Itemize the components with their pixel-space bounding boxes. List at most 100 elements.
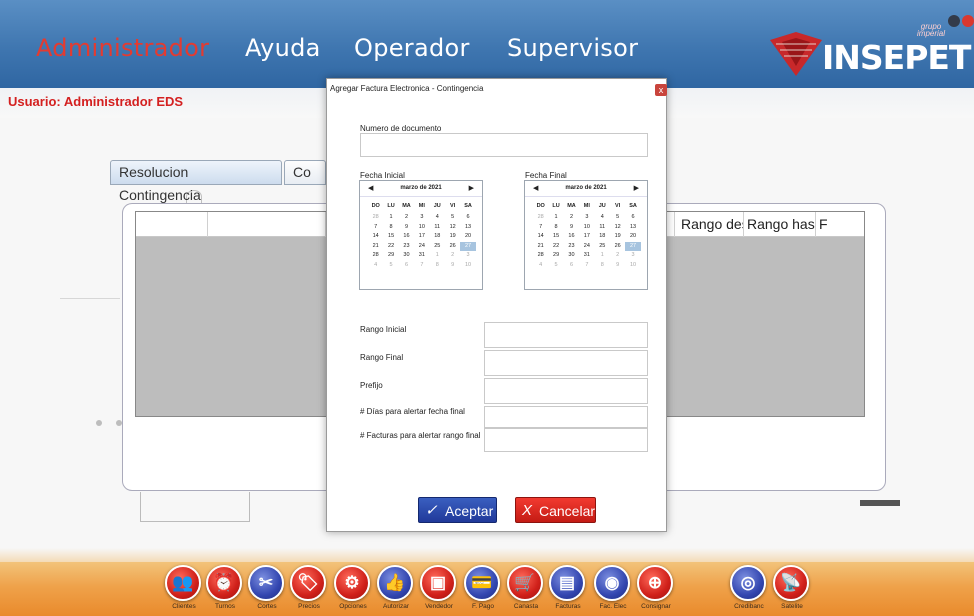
cancelar-button[interactable]: X Cancelar — [515, 497, 596, 523]
calendar-day[interactable]: 6 — [399, 261, 414, 271]
numero-documento-input[interactable] — [360, 133, 648, 157]
calendar-month-label[interactable]: marzo de 2021 — [525, 185, 647, 191]
close-app-icon[interactable] — [962, 15, 974, 27]
dialog-close-icon[interactable]: x — [655, 84, 667, 96]
calendar-day[interactable]: 26 — [445, 242, 460, 252]
calendar-day[interactable]: 4 — [368, 261, 383, 271]
calendar-day[interactable]: 19 — [610, 232, 625, 242]
calendar-day[interactable]: 25 — [430, 242, 445, 252]
next-month-icon[interactable]: ▶ — [469, 184, 474, 192]
calendar-day[interactable]: 17 — [414, 232, 429, 242]
calendar-day[interactable]: 3 — [625, 251, 640, 261]
calendar-day[interactable]: 9 — [564, 223, 579, 233]
calendar-day[interactable]: 7 — [368, 223, 383, 233]
calendar-day[interactable]: 15 — [548, 232, 563, 242]
calendar-day[interactable]: 20 — [625, 232, 640, 242]
calendar-day[interactable]: 10 — [460, 261, 475, 271]
calendar-day[interactable]: 11 — [595, 223, 610, 233]
aceptar-button[interactable]: ✓ Aceptar — [418, 497, 497, 523]
calendar-day[interactable]: 2 — [445, 251, 460, 261]
fecha-inicial-calendar[interactable]: ◀ marzo de 2021 ▶ DO LU MA MI JU VI SA 28 1 2 3 4 5 6 7 8 9… — [359, 180, 483, 290]
calendar-day[interactable]: 18 — [595, 232, 610, 242]
calendar-day[interactable]: 9 — [399, 223, 414, 233]
calendar-day[interactable]: 1 — [595, 251, 610, 261]
calendar-day[interactable]: 8 — [430, 261, 445, 271]
calendar-day[interactable]: 22 — [383, 242, 398, 252]
calendar-day[interactable]: 15 — [383, 232, 398, 242]
calendar-day[interactable]: 16 — [399, 232, 414, 242]
calendar-day[interactable]: 24 — [579, 242, 594, 252]
calendar-day[interactable]: 5 — [610, 213, 625, 223]
calendar-day[interactable]: 31 — [414, 251, 429, 261]
calendar-day[interactable]: 4 — [533, 261, 548, 271]
prefijo-input[interactable] — [484, 378, 648, 404]
calendar-day[interactable]: 25 — [595, 242, 610, 252]
calendar-day[interactable]: 3 — [460, 251, 475, 261]
dock-button-satelite[interactable]: 📡 Satelite — [769, 565, 815, 616]
calendar-day[interactable]: 8 — [548, 223, 563, 233]
calendar-day[interactable]: 5 — [548, 261, 563, 271]
calendar-day[interactable]: 8 — [595, 261, 610, 271]
rango-inicial-input[interactable] — [484, 322, 648, 348]
calendar-day[interactable]: 20 — [460, 232, 475, 242]
next-month-icon[interactable]: ▶ — [634, 184, 639, 192]
menu-supervisor[interactable]: Supervisor — [507, 34, 638, 62]
calendar-day[interactable]: 29 — [383, 251, 398, 261]
calendar-day[interactable]: 13 — [460, 223, 475, 233]
grid-col-f[interactable]: F — [816, 212, 864, 237]
calendar-day[interactable]: 3 — [579, 213, 594, 223]
calendar-day[interactable]: 21 — [533, 242, 548, 252]
calendar-day[interactable]: 18 — [430, 232, 445, 242]
menu-administrador[interactable]: Administrador — [36, 34, 209, 62]
calendar-day[interactable]: 5 — [383, 261, 398, 271]
calendar-day[interactable]: 4 — [430, 213, 445, 223]
calendar-day[interactable]: 16 — [564, 232, 579, 242]
tab-co[interactable]: Co — [284, 160, 326, 185]
calendar-day[interactable]: 2 — [610, 251, 625, 261]
calendar-day[interactable]: 5 — [445, 213, 460, 223]
dock-button-consignar[interactable]: ⊕ Consignar — [633, 565, 679, 616]
fecha-final-calendar[interactable]: ◀ marzo de 2021 ▶ DO LU MA MI JU VI SA 28 1 2 3 4 5 6 7 8 9… — [524, 180, 648, 290]
rango-final-input[interactable] — [484, 350, 648, 376]
dias-alerta-input[interactable] — [484, 406, 648, 428]
calendar-day-today[interactable]: 27 — [625, 241, 641, 251]
calendar-day[interactable]: 7 — [414, 261, 429, 271]
calendar-day[interactable]: 21 — [368, 242, 383, 252]
calendar-day[interactable]: 6 — [625, 213, 640, 223]
calendar-day-today[interactable]: 27 — [460, 241, 476, 251]
calendar-day[interactable]: 11 — [430, 223, 445, 233]
calendar-day[interactable]: 12 — [610, 223, 625, 233]
calendar-day[interactable]: 10 — [625, 261, 640, 271]
tab-resolucion-contingencia[interactable]: Resolucion Contingencia — [110, 160, 282, 203]
minimize-icon[interactable] — [948, 15, 960, 27]
calendar-day[interactable]: 14 — [368, 232, 383, 242]
calendar-day[interactable]: 19 — [445, 232, 460, 242]
calendar-day[interactable]: 14 — [533, 232, 548, 242]
calendar-day[interactable]: 8 — [383, 223, 398, 233]
calendar-day[interactable]: 9 — [610, 261, 625, 271]
calendar-day[interactable]: 12 — [445, 223, 460, 233]
calendar-day[interactable]: 28 — [368, 251, 383, 261]
calendar-day[interactable]: 6 — [460, 213, 475, 223]
calendar-day[interactable]: 1 — [430, 251, 445, 261]
calendar-day[interactable]: 2 — [399, 213, 414, 223]
calendar-day[interactable]: 24 — [414, 242, 429, 252]
facturas-alerta-input[interactable] — [484, 428, 648, 452]
calendar-day[interactable]: 3 — [414, 213, 429, 223]
calendar-day[interactable]: 7 — [533, 223, 548, 233]
calendar-day[interactable]: 30 — [564, 251, 579, 261]
calendar-day[interactable]: 29 — [548, 251, 563, 261]
calendar-day[interactable]: 9 — [445, 261, 460, 271]
calendar-day[interactable]: 10 — [414, 223, 429, 233]
calendar-day[interactable]: 4 — [595, 213, 610, 223]
grid-col-rango-hasta[interactable]: Rango has — [744, 212, 816, 237]
calendar-day[interactable]: 17 — [579, 232, 594, 242]
calendar-day[interactable]: 28 — [368, 213, 383, 223]
calendar-day[interactable]: 31 — [579, 251, 594, 261]
calendar-day[interactable]: 30 — [399, 251, 414, 261]
calendar-day[interactable]: 22 — [548, 242, 563, 252]
menu-operador[interactable]: Operador — [354, 34, 470, 62]
calendar-day[interactable]: 23 — [399, 242, 414, 252]
calendar-day[interactable]: 13 — [625, 223, 640, 233]
calendar-day[interactable]: 1 — [548, 213, 563, 223]
